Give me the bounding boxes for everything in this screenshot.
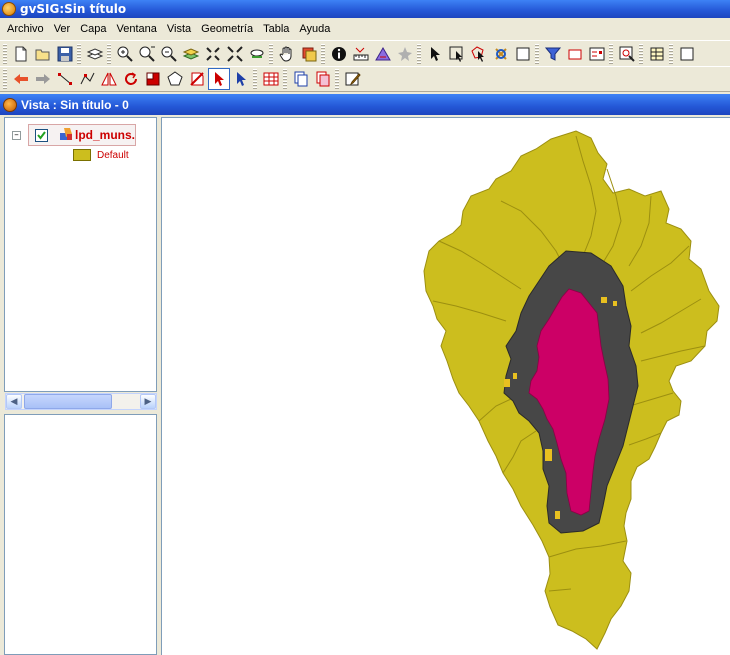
main-toolbar [0, 40, 730, 66]
toolbar-grip[interactable] [535, 43, 539, 64]
toolbar-grip[interactable] [3, 69, 7, 89]
select-layer-icon[interactable] [490, 43, 512, 65]
app-title: gvSIG:Sin título [20, 2, 127, 16]
toolbar-grip[interactable] [335, 69, 339, 89]
paste-layer-icon[interactable] [312, 68, 334, 90]
toolbar-grip[interactable] [107, 43, 111, 64]
view-window-icon [3, 97, 17, 112]
select-rectangle-icon[interactable] [446, 43, 468, 65]
measure-distance-icon[interactable] [350, 43, 372, 65]
raster-icon[interactable] [676, 43, 698, 65]
layer-visibility-checkbox[interactable] [35, 129, 48, 142]
layer-properties-icon[interactable] [298, 43, 320, 65]
table-of-contents: – lpd_muns.s Default [4, 117, 157, 392]
gvsig-app-icon [2, 2, 16, 16]
measure-area-icon[interactable] [372, 43, 394, 65]
legend-label: Default [97, 150, 129, 161]
select-pointer-icon[interactable] [208, 68, 230, 90]
toolbar-grip[interactable] [609, 43, 613, 64]
toolbar-grip[interactable] [321, 43, 325, 64]
zoom-previous-icon[interactable] [246, 43, 268, 65]
zoom-out-icon[interactable] [158, 43, 180, 65]
toolbar-grip[interactable] [253, 69, 257, 89]
locate-icon[interactable] [616, 43, 638, 65]
view-window-body: – lpd_muns.s Default ◀ ▶ [0, 115, 730, 655]
select-icon[interactable] [424, 43, 446, 65]
locator-map[interactable] [4, 414, 157, 655]
layer-name: lpd_muns.s [75, 128, 135, 142]
menu-ayuda[interactable]: Ayuda [294, 23, 335, 35]
select-polygon-icon[interactable] [468, 43, 490, 65]
zoom-center-icon[interactable] [202, 43, 224, 65]
legend-swatch [73, 149, 91, 161]
vector-layer-icon [60, 128, 72, 140]
deselect-icon[interactable] [512, 43, 534, 65]
copy-layer-icon[interactable] [290, 68, 312, 90]
delete-icon[interactable] [186, 68, 208, 90]
menu-ventana[interactable]: Ventana [112, 23, 162, 35]
edit-toolbar [0, 66, 730, 92]
back-arrow-icon[interactable] [10, 68, 32, 90]
edit-vertex-icon[interactable] [230, 68, 252, 90]
attribute-table-icon[interactable] [260, 68, 282, 90]
rotate-icon[interactable] [120, 68, 142, 90]
symmetry-icon[interactable] [98, 68, 120, 90]
app-titlebar: gvSIG:Sin título [0, 0, 730, 18]
save-icon[interactable] [54, 43, 76, 65]
toolbar-grip[interactable] [269, 43, 273, 64]
menu-vista[interactable]: Vista [162, 23, 196, 35]
table-icon[interactable] [646, 43, 668, 65]
info-icon[interactable] [328, 43, 350, 65]
layers-stack-icon[interactable] [84, 43, 106, 65]
polyline-icon[interactable] [76, 68, 98, 90]
scroll-left-icon[interactable]: ◀ [6, 394, 22, 409]
open-folder-icon[interactable] [32, 43, 54, 65]
menu-geometria[interactable]: Geometría [196, 23, 258, 35]
toc-horizontal-scrollbar[interactable]: ◀ ▶ [5, 393, 157, 410]
rectangle-icon[interactable] [564, 43, 586, 65]
line-icon[interactable] [54, 68, 76, 90]
menu-bar: Archivo Ver Capa Ventana Vista Geometría… [0, 18, 730, 39]
filter-icon[interactable] [542, 43, 564, 65]
expand-icon[interactable] [224, 43, 246, 65]
toolbar-grip[interactable] [77, 43, 81, 64]
toolbar-grip[interactable] [639, 43, 643, 64]
collapse-toggle[interactable]: – [12, 131, 21, 140]
new-doc-icon[interactable] [10, 43, 32, 65]
full-extent-icon[interactable] [180, 43, 202, 65]
menu-ver[interactable]: Ver [49, 23, 76, 35]
map-canvas[interactable] [161, 117, 730, 655]
toolbar-grip[interactable] [417, 43, 421, 64]
scroll-right-icon[interactable]: ▶ [140, 394, 156, 409]
map-drawing [423, 130, 720, 650]
view-window-titlebar: Vista : Sin título - 0 [0, 94, 730, 115]
toolbar-grip[interactable] [283, 69, 287, 89]
toolbar-grip[interactable] [669, 43, 673, 64]
pan-hand-icon[interactable] [276, 43, 298, 65]
menu-tabla[interactable]: Tabla [258, 23, 294, 35]
edit-icon[interactable] [342, 68, 364, 90]
zoom-in-icon[interactable] [114, 43, 136, 65]
scale-icon[interactable] [142, 68, 164, 90]
zoom-select-icon[interactable] [136, 43, 158, 65]
forward-arrow-icon[interactable] [32, 68, 54, 90]
legend-icon[interactable] [586, 43, 608, 65]
layer-entry[interactable]: lpd_muns.s [28, 124, 136, 146]
polygon-icon[interactable] [164, 68, 186, 90]
toolbar-grip[interactable] [3, 43, 7, 64]
view-window-title: Vista : Sin título - 0 [21, 97, 129, 112]
scrollbar-thumb[interactable] [24, 394, 112, 409]
menu-archivo[interactable]: Archivo [2, 23, 49, 35]
star-icon[interactable] [394, 43, 416, 65]
menu-capa[interactable]: Capa [75, 23, 111, 35]
